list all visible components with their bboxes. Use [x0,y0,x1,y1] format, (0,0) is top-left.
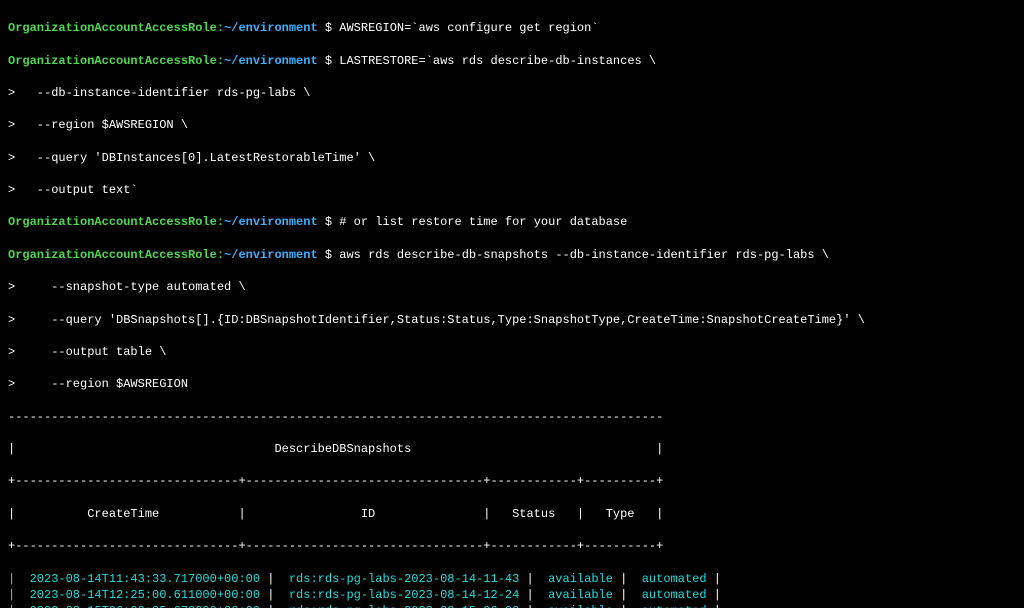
continuation: > --region $AWSREGION \ [8,117,1016,133]
table-row: | 2023-08-15T06:00:25.672000+00:00 | rds… [8,603,1016,608]
cmd-awsregion: AWSREGION=`aws configure get region` [339,21,598,35]
table-border: +-------------------------------+-------… [8,538,1016,554]
continuation: > --output text` [8,182,1016,198]
table-header: | CreateTime | ID | Status | Type | [8,506,1016,522]
table-row: | 2023-08-14T12:25:00.611000+00:00 | rds… [8,587,1016,603]
continuation: > --query 'DBSnapshots[].{ID:DBSnapshotI… [8,312,1016,328]
continuation: > --db-instance-identifier rds-pg-labs \ [8,85,1016,101]
table-border: +-------------------------------+-------… [8,473,1016,489]
prompt-role: OrganizationAccountAccessRole: [8,21,224,35]
terminal-output[interactable]: OrganizationAccountAccessRole:~/environm… [0,0,1024,608]
prompt-line: OrganizationAccountAccessRole:~/environm… [8,247,1016,263]
prompt-sep: $ [318,21,340,35]
table-body: | 2023-08-14T11:43:33.717000+00:00 | rds… [8,571,1016,608]
continuation: > --region $AWSREGION [8,376,1016,392]
table-row: | 2023-08-14T11:43:33.717000+00:00 | rds… [8,571,1016,587]
table-title: | DescribeDBSnapshots | [8,441,1016,457]
prompt-path: ~/environment [224,21,318,35]
cmd-lastrestore: LASTRESTORE=`aws rds describe-db-instanc… [339,54,656,68]
prompt-line: OrganizationAccountAccessRole:~/environm… [8,20,1016,36]
continuation: > --snapshot-type automated \ [8,279,1016,295]
continuation: > --output table \ [8,344,1016,360]
continuation: > --query 'DBInstances[0].LatestRestorab… [8,150,1016,166]
prompt-line: OrganizationAccountAccessRole:~/environm… [8,214,1016,230]
cmd-describe-snapshots: aws rds describe-db-snapshots --db-insta… [339,248,829,262]
prompt-line: OrganizationAccountAccessRole:~/environm… [8,53,1016,69]
table-border: ----------------------------------------… [8,409,1016,425]
cmd-comment: # or list restore time for your database [339,215,627,229]
